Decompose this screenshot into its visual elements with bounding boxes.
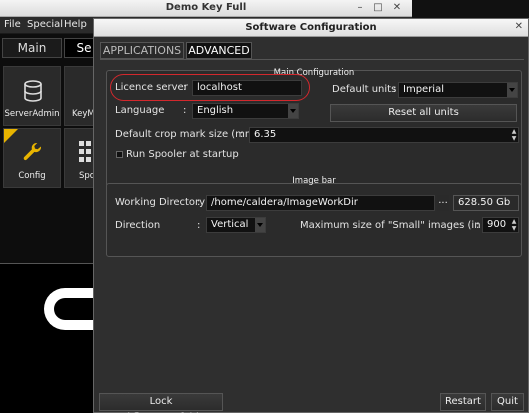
default-units-label: Default units	[332, 84, 397, 95]
browse-button[interactable]: ...	[437, 195, 449, 211]
tile-config[interactable]: Config	[3, 128, 61, 188]
reset-all-units-button[interactable]: Reset all units	[330, 104, 517, 122]
language-select[interactable]: English	[192, 103, 299, 119]
minimize-icon[interactable]: –	[354, 2, 366, 14]
tile-label: ServerAdmin	[4, 109, 60, 119]
colon: :	[240, 129, 244, 140]
crop-mark-size-spinbox[interactable]: 6.35 ▲ ▼	[249, 127, 519, 143]
dialog-title: Software Configuration	[245, 22, 377, 33]
crop-mark-size-label: Default crop mark size (mm)	[115, 129, 259, 140]
close-icon[interactable]: ✕	[515, 21, 523, 32]
dialog-titlebar: Software Configuration ✕	[94, 19, 528, 37]
colon: :	[393, 84, 397, 95]
selected-corner-icon	[4, 129, 18, 143]
restart-button[interactable]: Restart	[440, 393, 486, 411]
disk-free-display: 628.50 Gb	[453, 195, 519, 211]
direction-value: Vertical	[211, 219, 249, 230]
wrench-icon	[23, 142, 42, 161]
spin-arrows-icon[interactable]: ▲ ▼	[510, 128, 518, 142]
colon: :	[183, 105, 187, 116]
working-directory-input[interactable]: /home/caldera/ImageWorkDir	[206, 195, 435, 211]
max-small-image-size-value: 900	[487, 219, 507, 230]
chevron-down-icon	[255, 218, 265, 232]
chevron-down-icon	[288, 104, 298, 118]
menu-help[interactable]: Help	[64, 19, 87, 30]
group-title: Image bar	[292, 176, 336, 186]
lock-workflows-button[interactable]: Lock Workflows/Hotfolders	[99, 393, 223, 413]
language-value: English	[197, 105, 234, 116]
menu-special[interactable]: Special	[27, 19, 63, 30]
menu-file[interactable]: File	[4, 19, 21, 30]
bg-window-title: Demo Key Full	[165, 2, 247, 13]
default-units-value: Imperial	[403, 84, 444, 95]
database-icon	[24, 80, 42, 102]
image-bar-group: Image bar Working Directory : /home/cald…	[106, 176, 522, 257]
tab-applications[interactable]: APPLICATIONS	[100, 42, 184, 59]
colon: :	[197, 220, 201, 231]
max-small-image-size-label: Maximum size of "Small" images (in Mb)	[300, 220, 503, 231]
spin-arrows-icon[interactable]: ▲ ▼	[510, 218, 518, 232]
close-icon[interactable]: ✕	[391, 2, 403, 14]
direction-select[interactable]: Vertical	[206, 217, 266, 233]
grid-icon	[79, 141, 91, 162]
colon: :	[476, 220, 480, 231]
highlight-annotation	[110, 74, 310, 101]
run-spooler-label: Run Spooler at startup	[126, 149, 239, 160]
colon: :	[197, 197, 201, 208]
tile-serveradmin[interactable]: ServerAdmin	[3, 66, 61, 126]
max-small-image-size-spinbox[interactable]: 900 ▲ ▼	[482, 217, 519, 233]
direction-label: Direction	[115, 220, 161, 231]
run-spooler-checkbox[interactable]	[116, 151, 123, 158]
bg-titlebar: Demo Key Full – □ ✕	[0, 0, 412, 17]
working-directory-label: Working Directory	[115, 197, 206, 208]
tab-advanced[interactable]: ADVANCED	[186, 42, 252, 59]
default-units-select[interactable]: Imperial	[398, 82, 518, 98]
bg-tab-main[interactable]: Main	[2, 38, 62, 58]
tile-label: Config	[18, 171, 46, 181]
tab-divider	[100, 59, 524, 60]
bg-lower-panel	[0, 263, 96, 413]
quit-button[interactable]: Quit	[491, 393, 524, 411]
language-label: Language	[115, 105, 165, 116]
maximize-icon[interactable]: □	[372, 2, 384, 14]
chevron-down-icon	[507, 83, 517, 97]
crop-mark-size-value: 6.35	[254, 129, 277, 140]
